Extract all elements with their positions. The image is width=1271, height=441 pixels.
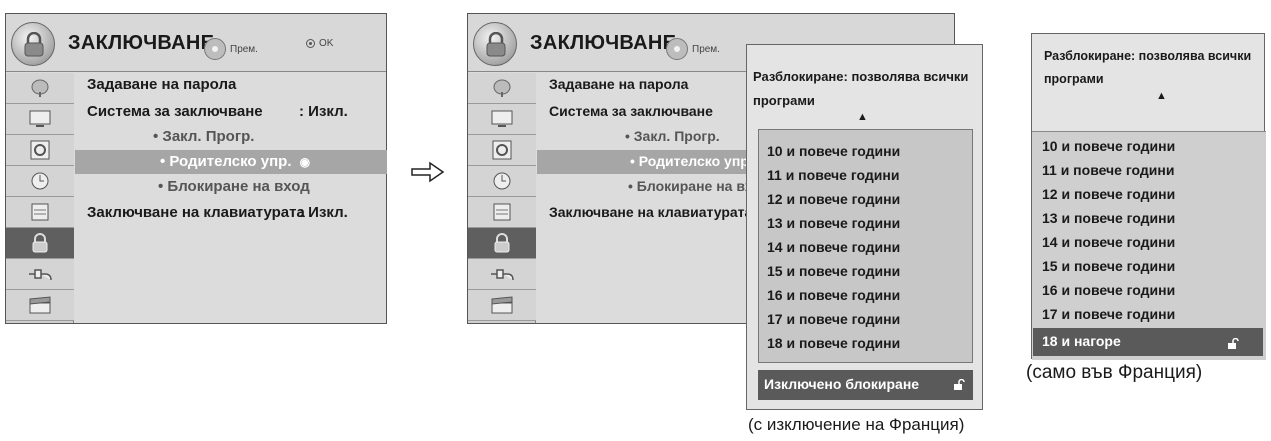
sidebar-item-option[interactable] [6,197,74,228]
list-item[interactable]: 10 и повече години [767,143,900,159]
satellite-dish-icon [31,79,49,97]
lock-icon [32,233,48,253]
plug-icon [29,269,52,281]
picture-icon [31,203,49,221]
caption-except-france: (с изключение на Франция) [748,415,965,434]
right-arrow-icon [411,161,445,183]
menu-item-lock-system[interactable]: Система за заключване [549,103,713,119]
sidebar-item-option[interactable] [468,197,536,228]
menu-item-lock-program[interactable]: • Закл. Прогр. [625,128,720,144]
unlocked-padlock-icon [954,379,965,390]
move-hint: Прем. [666,38,720,60]
menu-title: ЗАКЛЮЧВАНЕ [68,32,215,54]
caption-france-only: (само във Франция) [1026,362,1203,383]
list-item[interactable]: 12 и повече години [1042,186,1175,202]
list-item[interactable]: 14 и повече години [767,239,900,255]
speaker-icon [30,140,50,160]
sidebar-item-time[interactable] [468,166,536,197]
unlocked-padlock-icon [1228,338,1239,349]
clapperboard-icon [29,296,51,314]
list-item[interactable]: 15 и повече години [1042,258,1175,274]
menu-item-parental-control[interactable]: • Родителско упр. [630,153,753,169]
list-item[interactable]: 12 и повече години [767,191,900,207]
sidebar-item-media[interactable] [468,290,536,321]
menu-header: ЗАКЛЮЧВАНЕ Прем. OK [6,14,386,72]
list-item[interactable]: 10 и повече години [1042,138,1175,154]
list-item[interactable]: 17 и повече години [767,311,900,327]
sidebar [468,73,536,323]
clock-icon [493,172,511,190]
monitor-icon [29,110,51,127]
menu-item-set-password[interactable]: Задаване на парола [549,76,688,92]
sidebar-item-audio[interactable] [6,135,74,166]
menu-item-key-lock[interactable]: Заключване на клавиатурата [549,204,752,220]
sidebar-item-input[interactable] [468,259,536,290]
rating-dropdown: Разблокиране: позволява всички програми … [746,44,983,410]
sidebar-item-lock[interactable] [468,228,536,259]
menu-item-lock-program[interactable]: • Закл. Прогр. [153,128,254,145]
menu-item-set-password[interactable]: Задаване на парола [87,76,236,93]
menu-title: ЗАКЛЮЧВАНЕ [530,32,677,54]
rating-dropdown-france: Разблокиране: позволява всички програми … [1031,33,1266,360]
sidebar-item-media[interactable] [6,290,74,321]
sidebar-item-time[interactable] [6,166,74,197]
list-item[interactable]: 11 и повече години [1042,162,1174,178]
menu-item-parental-control[interactable]: • Родителско упр. ◉ [160,153,310,170]
menu-item-input-block[interactable]: • Блокиране на вход [158,178,310,195]
dropdown-title: Разблокиране: позволява всички програми [753,69,969,108]
move-hint: Прем. [204,38,258,60]
scroll-up-arrow-icon[interactable]: ▲ [1156,90,1167,102]
satellite-dish-icon [493,79,511,97]
clapperboard-icon [491,296,513,314]
plug-icon [491,269,514,281]
sidebar-item-lock[interactable] [6,228,74,259]
lock-icon [11,22,55,66]
menu-item-key-lock[interactable]: Заключване на клавиатурата : Изкл. [87,204,348,221]
sidebar-item-channels[interactable] [468,73,536,104]
sidebar-item-input[interactable] [6,259,74,290]
rating-list: 10 и повече години 11 и повече години 12… [758,129,973,363]
menu-item-lock-system[interactable]: Система за заключване : Изкл. [87,103,348,120]
monitor-icon [491,110,513,127]
selected-list-item[interactable]: 18 и нагоре [1033,328,1263,356]
list-item[interactable]: 13 и повече години [767,215,900,231]
list-item[interactable]: 15 и повече години [767,263,900,279]
list-item[interactable]: 11 и повече години [767,167,899,183]
lock-icon [473,22,517,66]
dpad-icon [204,38,226,60]
sidebar-item-channels[interactable] [6,73,74,104]
sidebar-item-picture[interactable] [6,104,74,135]
list-item[interactable]: 18 и повече години [767,335,900,351]
list-item[interactable]: 13 и повече години [1042,210,1175,226]
unlock-option[interactable]: Изключено блокиране [758,370,973,400]
speaker-icon [492,140,512,160]
sidebar-item-picture[interactable] [468,104,536,135]
scroll-up-arrow-icon[interactable]: ▲ [857,111,868,123]
sidebar-item-audio[interactable] [468,135,536,166]
picture-icon [493,203,511,221]
sidebar [6,73,74,323]
ok-hint: OK [306,38,333,49]
lock-menu-panel: ЗАКЛЮЧВАНЕ Прем. OK Задаване на парола С… [5,13,387,324]
dpad-icon [666,38,688,60]
list-item[interactable]: 16 и повече години [1042,282,1175,298]
lock-icon [494,233,510,253]
ok-icon [306,39,315,48]
list-item[interactable]: 16 и повече години [767,287,900,303]
clock-icon [31,172,49,190]
dropdown-title: Разблокиране: позволява всички програми [1044,49,1252,86]
list-item[interactable]: 17 и повече години [1042,306,1175,322]
rating-list: 10 и повече години 11 и повече години 12… [1032,131,1266,360]
ok-icon: ◉ [299,155,311,169]
list-item[interactable]: 14 и повече години [1042,234,1175,250]
